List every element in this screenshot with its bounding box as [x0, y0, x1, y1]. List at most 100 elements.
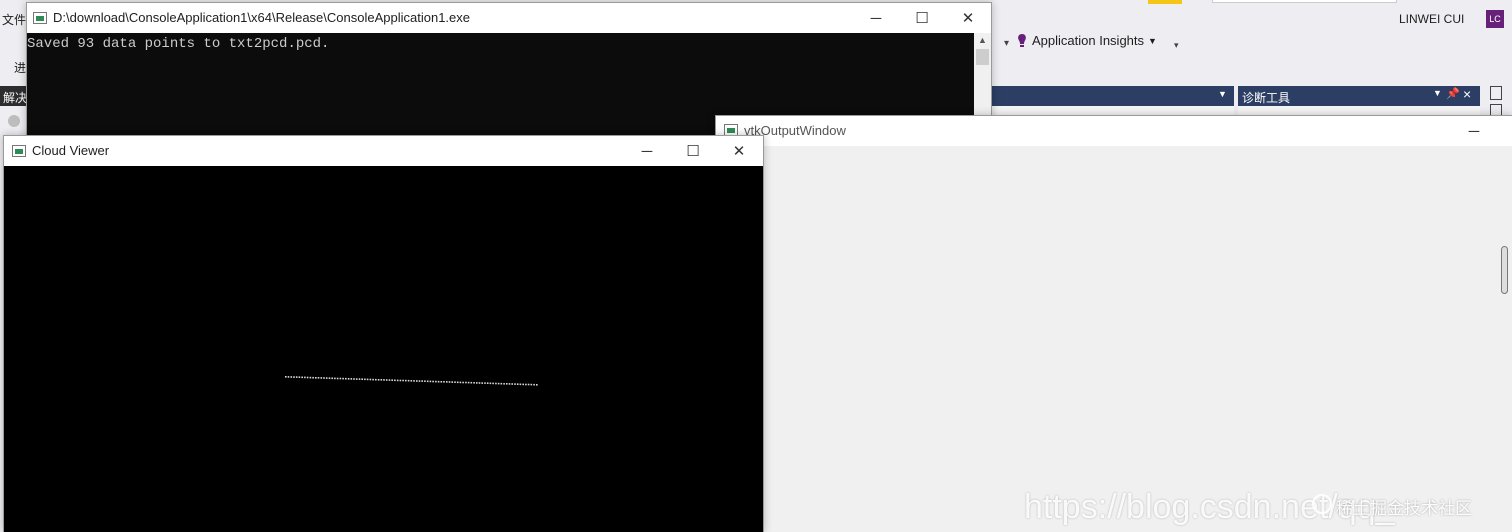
vtk-output-window: vtkOutputWindow ─ : Warning:Generic Warn… [715, 115, 1512, 532]
toolbar-overflow-icon[interactable]: ▾ [1004, 38, 1010, 52]
chevron-down-icon[interactable]: ▼ [1218, 89, 1227, 99]
cloud-point [484, 382, 486, 384]
cloud-point [306, 376, 309, 379]
toolbar-progress-label: 进 [14, 61, 27, 75]
cloud-point [399, 379, 402, 382]
maximize-icon[interactable]: ☐ [670, 136, 716, 166]
cloud-point [325, 377, 328, 379]
cloud-point [295, 376, 298, 378]
cloud-point [309, 376, 312, 379]
cloud-point [331, 377, 333, 380]
menu-file[interactable]: 文件 [2, 11, 26, 28]
scroll-up-icon[interactable]: ▲ [978, 35, 987, 45]
cloud-point [394, 379, 396, 382]
quick-launch-search[interactable] [1212, 0, 1397, 3]
cloud-point [416, 380, 418, 382]
cloud-point [402, 379, 404, 382]
point-cloud-canvas[interactable] [4, 166, 763, 532]
toolbar-customize-icon[interactable]: ▾ [1174, 40, 1179, 51]
cloud-point [383, 379, 385, 381]
vtk-scrollbar[interactable] [1498, 146, 1512, 532]
cloud-point [334, 377, 336, 380]
cloud-point [350, 378, 353, 380]
account-name[interactable]: LINWEI CUI [1399, 12, 1464, 26]
cloud-point [527, 383, 530, 386]
cloud-point [454, 381, 456, 383]
cloud-point [530, 383, 533, 386]
chevron-down-icon[interactable]: ▼ [1433, 88, 1442, 98]
pin-icon[interactable]: 📌 [1446, 87, 1460, 100]
cloud-point [516, 383, 519, 385]
cloud-viewer-window: Cloud Viewer ─ ☐ ✕ [3, 135, 764, 532]
cloud-point [353, 378, 355, 380]
cloud-point [358, 378, 361, 380]
cloud-point [315, 377, 317, 379]
close-icon[interactable]: ✕ [945, 3, 991, 33]
diagnostics-title: 诊断工具 [1242, 91, 1291, 105]
vtk-titlebar[interactable]: vtkOutputWindow ─ [716, 116, 1512, 146]
chevron-down-icon: ▼ [1148, 35, 1157, 46]
cloud-point [336, 377, 339, 380]
cloud-point [508, 383, 511, 385]
cloud-point [287, 376, 290, 378]
cloud-point [342, 377, 344, 380]
cloud-point [437, 380, 440, 383]
cloud-point [481, 382, 483, 384]
console-titlebar[interactable]: D:\download\ConsoleApplication1\x64\Rele… [27, 3, 991, 33]
minimize-icon[interactable]: ─ [853, 3, 899, 33]
minimize-icon[interactable]: ─ [624, 136, 670, 166]
cloud-point [347, 378, 350, 380]
cloud-point [421, 380, 423, 382]
side-tab-icon[interactable] [1490, 86, 1502, 100]
cloud-point [312, 376, 314, 379]
watermark-logo-icon [1312, 494, 1332, 514]
cloud-point [448, 381, 451, 383]
maximize-icon[interactable]: ☐ [899, 3, 945, 33]
cloud-viewer-titlebar[interactable]: Cloud Viewer ─ ☐ ✕ [4, 136, 763, 166]
cloud-point [304, 376, 306, 379]
cloud-point [293, 376, 295, 378]
cloud-point [500, 382, 503, 385]
cloud-point [506, 383, 508, 385]
cloud-point [355, 378, 358, 380]
cloud-point [385, 379, 388, 381]
diagnostics-panel-header: 诊断工具 ▼ 📌 × [1238, 86, 1480, 106]
cloud-point [424, 380, 426, 382]
cloud-point [345, 377, 347, 380]
cloud-point [366, 378, 369, 381]
cloud-point [451, 381, 453, 383]
application-insights-button[interactable]: Application Insights ▼ [1016, 33, 1157, 48]
cloud-point [440, 381, 443, 383]
cloud-point [478, 382, 481, 384]
feedback-badge[interactable] [1148, 0, 1182, 4]
cloud-point [391, 379, 393, 381]
editor-tab-strip [990, 86, 1234, 106]
vtk-output-area: : Warning:Generic Warning: In c:\vtk-8.1… [716, 146, 1512, 532]
console-app-icon [33, 12, 47, 24]
cloud-point [410, 380, 413, 382]
scrollbar-thumb[interactable] [1501, 246, 1508, 294]
cloud-point [405, 379, 407, 382]
cloud-point [495, 382, 497, 385]
minimize-icon[interactable]: ─ [1451, 116, 1497, 146]
cloud-point [514, 383, 516, 385]
cloud-point [407, 379, 410, 382]
cloud-point [317, 377, 320, 379]
cloud-point [429, 380, 432, 383]
cloud-point [290, 376, 293, 378]
console-window-title: D:\download\ConsoleApplication1\x64\Rele… [53, 10, 470, 25]
cloud-point [503, 383, 505, 385]
cloud-point [323, 377, 325, 379]
cloud-point [396, 379, 399, 382]
close-icon[interactable]: ✕ [716, 136, 762, 166]
scrollbar-thumb[interactable] [976, 49, 989, 65]
back-icon[interactable] [8, 115, 20, 127]
cloud-point [361, 378, 363, 380]
cloud-point [462, 381, 464, 384]
cloud-point [486, 382, 489, 384]
avatar[interactable]: LC [1486, 10, 1504, 28]
cloud-point [459, 381, 462, 384]
cloud-point [413, 380, 415, 382]
cloud-viewer-app-icon [12, 145, 26, 157]
close-icon[interactable]: × [1463, 86, 1471, 102]
